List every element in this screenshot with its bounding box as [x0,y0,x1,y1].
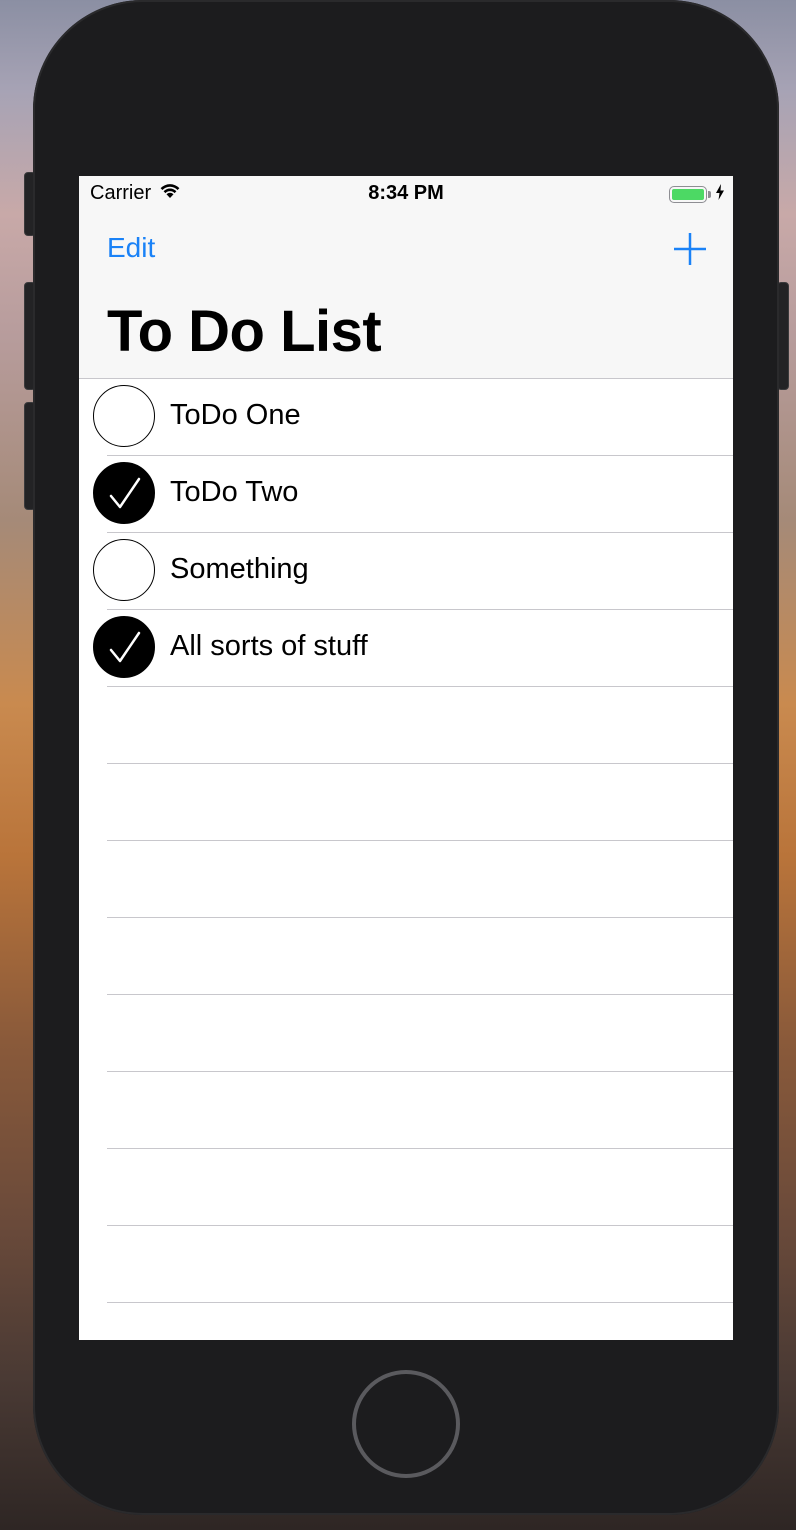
navigation-bar: Edit To Do List [79,212,733,379]
checkmark-icon [109,631,141,663]
add-button[interactable] [673,232,707,266]
plus-icon [674,233,706,265]
battery-icon [669,186,707,203]
battery-cap [708,191,711,198]
todo-list: ToDo One ToDo Two Something All sorts of… [79,379,733,1303]
app-screen: Carrier 8:34 PM Edit To Do List ToDo One… [79,176,733,1340]
checkmark-circle-icon[interactable] [93,462,155,524]
battery-indicator [669,184,725,205]
empty-row [79,1149,733,1226]
empty-row [79,841,733,918]
empty-rows [79,687,733,1303]
checkbox-circle-icon[interactable] [93,539,155,601]
checkbox-circle-icon[interactable] [93,385,155,447]
empty-row [79,1226,733,1303]
todo-row[interactable]: ToDo Two [79,456,733,533]
charging-bolt-icon [715,184,725,205]
row-separator [107,1302,733,1303]
todo-row[interactable]: All sorts of stuff [79,610,733,687]
checkmark-circle-icon[interactable] [93,616,155,678]
todo-title: ToDo One [170,399,301,431]
edit-button[interactable]: Edit [107,232,155,264]
battery-level [672,189,704,200]
home-button[interactable] [352,1370,460,1478]
empty-row [79,764,733,841]
todo-row[interactable]: Something [79,533,733,610]
empty-row [79,1072,733,1149]
todo-title: All sorts of stuff [170,630,368,662]
empty-row [79,918,733,995]
empty-row [79,995,733,1072]
todo-title: Something [170,553,309,585]
empty-row [79,687,733,764]
status-bar: Carrier 8:34 PM [79,176,733,212]
todo-row[interactable]: ToDo One [79,379,733,456]
page-title: To Do List [107,299,382,364]
todo-title: ToDo Two [170,476,299,508]
checkmark-icon [109,477,141,509]
status-time: 8:34 PM [368,182,444,204]
